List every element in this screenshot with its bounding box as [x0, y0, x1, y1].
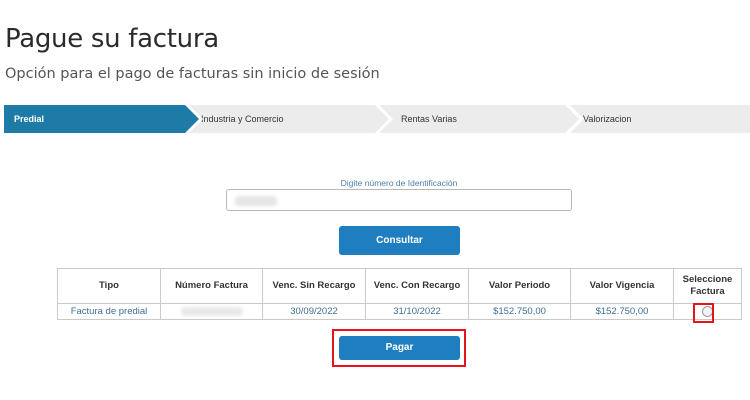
step-predial[interactable]: Predial: [4, 105, 199, 133]
id-number-input[interactable]: [226, 189, 572, 211]
tax-type-steps: Predial Industria y Comercio Rentas Vari…: [4, 105, 750, 133]
cell-numero-factura: [160, 303, 263, 320]
cell-valor-periodo: $152.750,00: [468, 303, 571, 320]
invoice-table: Tipo Número Factura Venc. Sin Recargo Ve…: [57, 268, 742, 320]
page-subtitle: Opción para el pago de facturas sin inic…: [5, 66, 380, 82]
redacted-invoice-number: [180, 306, 243, 316]
cell-venc-sin-recargo: 30/09/2022: [262, 303, 366, 320]
consultar-button[interactable]: Consultar: [339, 226, 460, 255]
step-rentas-varias[interactable]: Rentas Varias: [379, 105, 579, 133]
header-valor-vigencia: Valor Vigencia: [570, 268, 674, 304]
header-venc-sin-recargo: Venc. Sin Recargo: [262, 268, 366, 304]
header-tipo: Tipo: [57, 268, 161, 304]
header-valor-periodo: Valor Periodo: [468, 268, 571, 304]
pagar-button[interactable]: Pagar: [339, 336, 460, 360]
id-field-label: Digite número de Identificación: [340, 178, 458, 188]
table-row: Factura de predial 30/09/2022 31/10/2022…: [57, 303, 742, 320]
step-industria-y-comercio[interactable]: Industria y Comercio: [189, 105, 389, 133]
step-valorizacion[interactable]: Valorizacion: [570, 105, 750, 133]
cell-valor-vigencia: $152.750,00: [570, 303, 674, 320]
cell-venc-con-recargo: 31/10/2022: [365, 303, 469, 320]
redacted-id-value: [235, 196, 277, 206]
cell-tipo: Factura de predial: [57, 303, 161, 320]
table-header-row: Tipo Número Factura Venc. Sin Recargo Ve…: [57, 268, 742, 304]
page-title: Pague su factura: [5, 24, 219, 54]
header-seleccione-factura: Seleccione Factura: [673, 268, 742, 304]
header-venc-con-recargo: Venc. Con Recargo: [365, 268, 469, 304]
header-numero-factura: Número Factura: [160, 268, 263, 304]
radio-highlight-box: [693, 303, 714, 323]
